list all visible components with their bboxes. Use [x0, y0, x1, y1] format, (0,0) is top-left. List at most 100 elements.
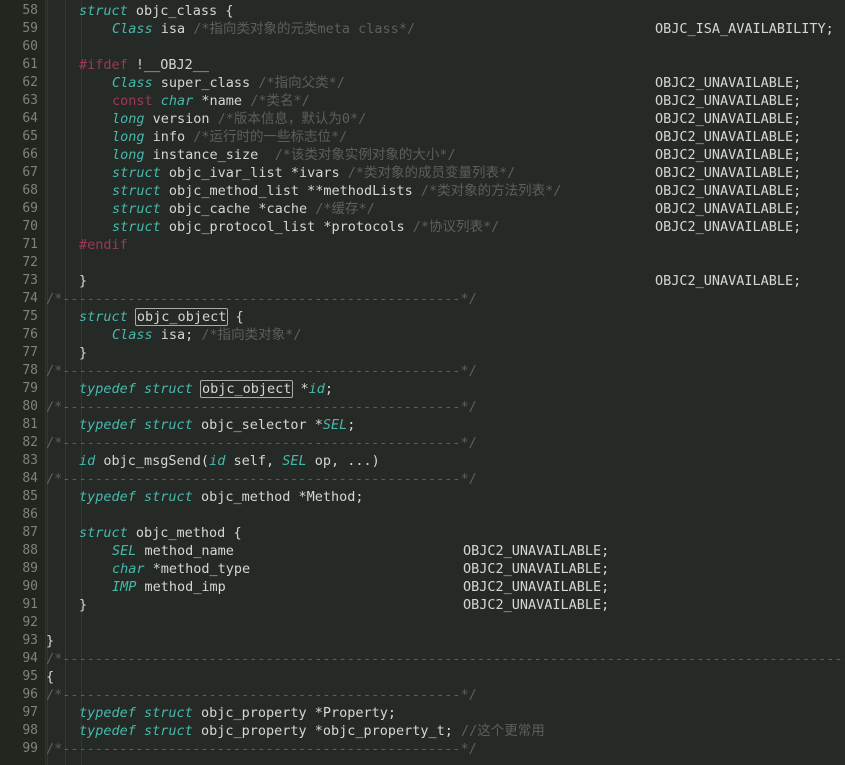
code-token: * — [292, 381, 309, 397]
code-line[interactable]: typedef struct objc_method *Method; — [79, 488, 364, 506]
code-token: objc_property *objc_property_t; — [192, 723, 462, 739]
code-line[interactable]: struct objc_object { — [79, 308, 244, 326]
code-line[interactable]: /*--------------------------------------… — [46, 398, 477, 416]
code-token: { — [227, 309, 244, 325]
code-line[interactable]: /*--------------------------------------… — [46, 650, 845, 668]
code-line[interactable]: #ifdef !__OBJ2__ — [79, 56, 209, 74]
line-number: 95 — [22, 669, 38, 684]
code-line[interactable]: const char *name /*类名*/ — [112, 92, 310, 110]
code-line[interactable]: } — [79, 596, 87, 614]
code-line[interactable]: struct objc_ivar_list *ivars /*类对象的成员变量列… — [112, 164, 515, 182]
code-token: objc_msgSend( — [95, 453, 210, 469]
code-editor[interactable]: 58 59 60 61 62 63 64 65 66 67 68 69 70 71 72 73 74 75 76 77… — [0, 0, 845, 765]
line-number: 71 — [22, 237, 38, 252]
code-token: *method_type — [144, 561, 251, 577]
line-number: 89 — [22, 561, 38, 576]
code-token: id — [209, 453, 226, 469]
code-token: /*类对象的成员变量列表*/ — [347, 165, 516, 181]
code-line[interactable]: } — [79, 344, 87, 362]
code-token: objc_method *Method; — [192, 489, 364, 505]
code-line[interactable]: IMP method_imp — [112, 578, 226, 596]
code-token: //这个更常用 — [461, 723, 545, 739]
code-line[interactable]: typedef struct objc_property *objc_prope… — [79, 722, 545, 740]
code-surface[interactable]: struct objc_class {Class isa /*指向类对象的元类m… — [46, 0, 845, 765]
code-line[interactable]: /*--------------------------------------… — [46, 362, 477, 380]
line-number: 90 — [22, 579, 38, 594]
code-token: objc_method { — [127, 525, 242, 541]
code-token: } — [46, 633, 55, 649]
code-token: /*指向类对象的元类meta class*/ — [193, 21, 416, 37]
code-line[interactable]: SEL method_name — [112, 542, 234, 560]
availability-macro: OBJC2_UNAVAILABLE; — [655, 165, 802, 181]
code-line[interactable]: #endif — [79, 236, 128, 254]
availability-macro: OBJC2_UNAVAILABLE; — [655, 111, 802, 127]
availability-macro: OBJC_ISA_AVAILABILITY; — [655, 21, 834, 37]
code-line[interactable]: Class isa /*指向类对象的元类meta class*/ — [112, 20, 415, 38]
code-line[interactable]: struct objc_class { — [79, 2, 233, 20]
code-line[interactable]: Class isa; /*指向类对象*/ — [112, 326, 301, 344]
line-number: 64 — [22, 111, 38, 126]
code-token: long — [112, 129, 145, 145]
code-token: ; — [347, 417, 356, 433]
code-token: objc_property *Property; — [192, 705, 397, 721]
code-line[interactable]: long instance_size /*该类对象实例对象的大小*/ — [112, 146, 456, 164]
line-number: 70 — [22, 219, 38, 234]
code-token: IMP — [112, 579, 137, 595]
code-line[interactable]: /*--------------------------------------… — [46, 686, 477, 704]
line-number-gutter[interactable]: 58 59 60 61 62 63 64 65 66 67 68 69 70 71 72 73 74 75 76 77… — [0, 0, 46, 765]
code-line[interactable]: Class super_class /*指向父类*/ — [112, 74, 345, 92]
code-line[interactable]: } — [46, 632, 54, 650]
code-line[interactable]: long version /*版本信息，默认为0*/ — [112, 110, 366, 128]
line-number: 81 — [22, 417, 38, 432]
code-token: char — [160, 93, 194, 109]
code-token: /*版本信息，默认为0*/ — [217, 111, 367, 127]
code-token: SEL — [282, 453, 307, 469]
availability-macro: OBJC2_UNAVAILABLE; — [655, 183, 802, 199]
line-number: 69 — [22, 201, 38, 216]
code-token: struct — [79, 309, 128, 325]
code-line[interactable]: /*--------------------------------------… — [46, 290, 477, 308]
code-token: /*--------------------------------------… — [46, 435, 477, 451]
code-token: /*--------------------------------------… — [46, 399, 477, 415]
code-token: long — [112, 111, 145, 127]
code-line[interactable]: typedef struct objc_property *Property; — [79, 704, 396, 722]
code-line[interactable]: struct objc_method_list **methodLists /*… — [112, 182, 561, 200]
code-line[interactable]: id objc_msgSend(id self, SEL op, ...) — [79, 452, 380, 470]
code-token: struct — [144, 705, 193, 721]
code-token: { — [46, 669, 55, 685]
code-token: /*该类对象实例对象的大小*/ — [274, 147, 456, 163]
line-number: 78 — [22, 363, 38, 378]
occurrence-highlight: objc_object — [134, 308, 229, 326]
code-token: SEL — [322, 417, 348, 433]
code-line[interactable]: /*--------------------------------------… — [46, 434, 477, 452]
code-line[interactable]: typedef struct objc_selector *SEL; — [79, 416, 355, 434]
code-line[interactable]: long info /*运行时的一些标志位*/ — [112, 128, 347, 146]
code-token: const — [112, 93, 153, 109]
line-number: 67 — [22, 165, 38, 180]
code-token: instance_size — [144, 147, 275, 163]
code-line[interactable]: typedef struct objc_object *id; — [79, 380, 333, 398]
code-token: long — [112, 147, 145, 163]
code-token: struct — [144, 381, 193, 397]
code-token: } — [79, 345, 88, 361]
code-token: /*--------------------------------------… — [46, 687, 477, 703]
line-number: 79 — [22, 381, 38, 396]
code-line[interactable]: /*--------------------------------------… — [46, 740, 477, 758]
line-number: 86 — [22, 507, 38, 522]
code-line[interactable]: char *method_type — [112, 560, 250, 578]
code-line[interactable]: { — [46, 668, 54, 686]
code-line[interactable]: struct objc_cache *cache /*缓存*/ — [112, 200, 375, 218]
code-line[interactable]: struct objc_method { — [79, 524, 242, 542]
code-line[interactable]: } — [79, 272, 87, 290]
code-token: typedef — [79, 489, 136, 505]
line-number: 72 — [22, 255, 38, 270]
line-number: 83 — [22, 453, 38, 468]
code-line[interactable]: /*--------------------------------------… — [46, 470, 477, 488]
code-line[interactable]: struct objc_protocol_list *protocols /*协… — [112, 218, 499, 236]
availability-macro: OBJC2_UNAVAILABLE; — [463, 561, 610, 577]
line-number: 80 — [22, 399, 38, 414]
